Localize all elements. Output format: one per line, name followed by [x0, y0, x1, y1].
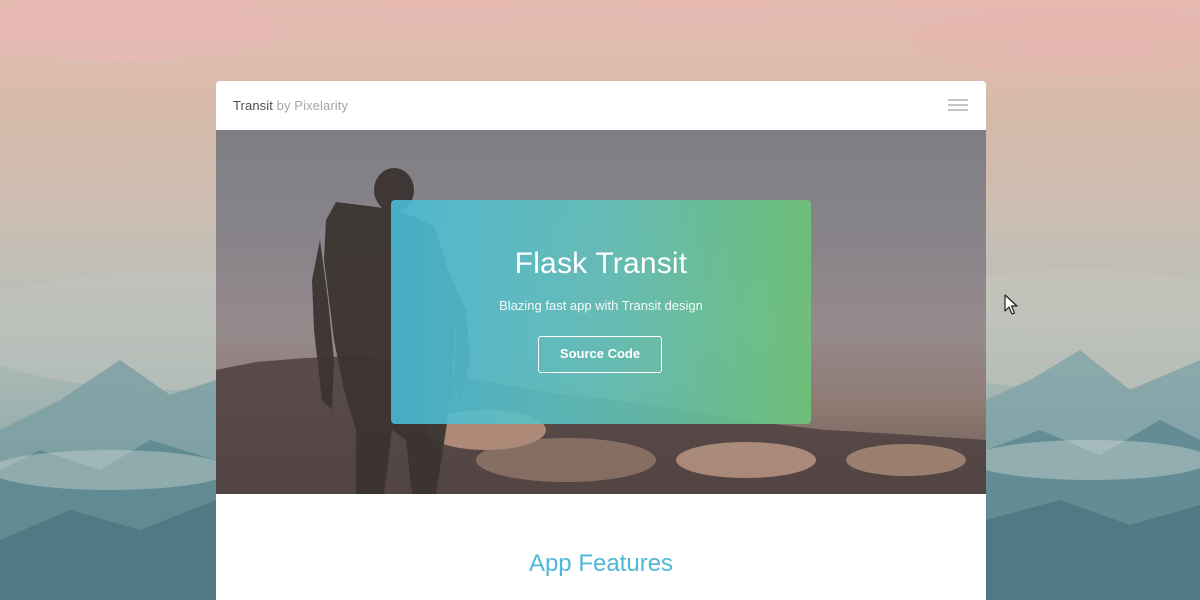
- features-heading: App Features: [528, 550, 674, 577]
- brand-byline: by Pixelarity: [272, 98, 349, 113]
- top-navigation-bar: Transit by Pixelarity: [216, 81, 986, 130]
- mouse-pointer-icon: [1004, 294, 1018, 315]
- hero-title: Flask Transit: [514, 247, 688, 280]
- hero-subtitle: Blazing fast app with Transit design: [499, 298, 703, 313]
- hamburger-menu-icon[interactable]: [948, 99, 968, 111]
- source-code-button[interactable]: Source Code: [538, 336, 662, 373]
- hero-card: Flask Transit Blazing fast app with Tran…: [391, 200, 811, 424]
- brand-logo[interactable]: Transit by Pixelarity: [233, 98, 348, 113]
- main-card: Transit by Pixelarity Flask Transit Blaz…: [216, 81, 986, 600]
- brand-name: Transit: [233, 98, 273, 113]
- hero-banner: Flask Transit Blazing fast app with Tran…: [216, 130, 986, 494]
